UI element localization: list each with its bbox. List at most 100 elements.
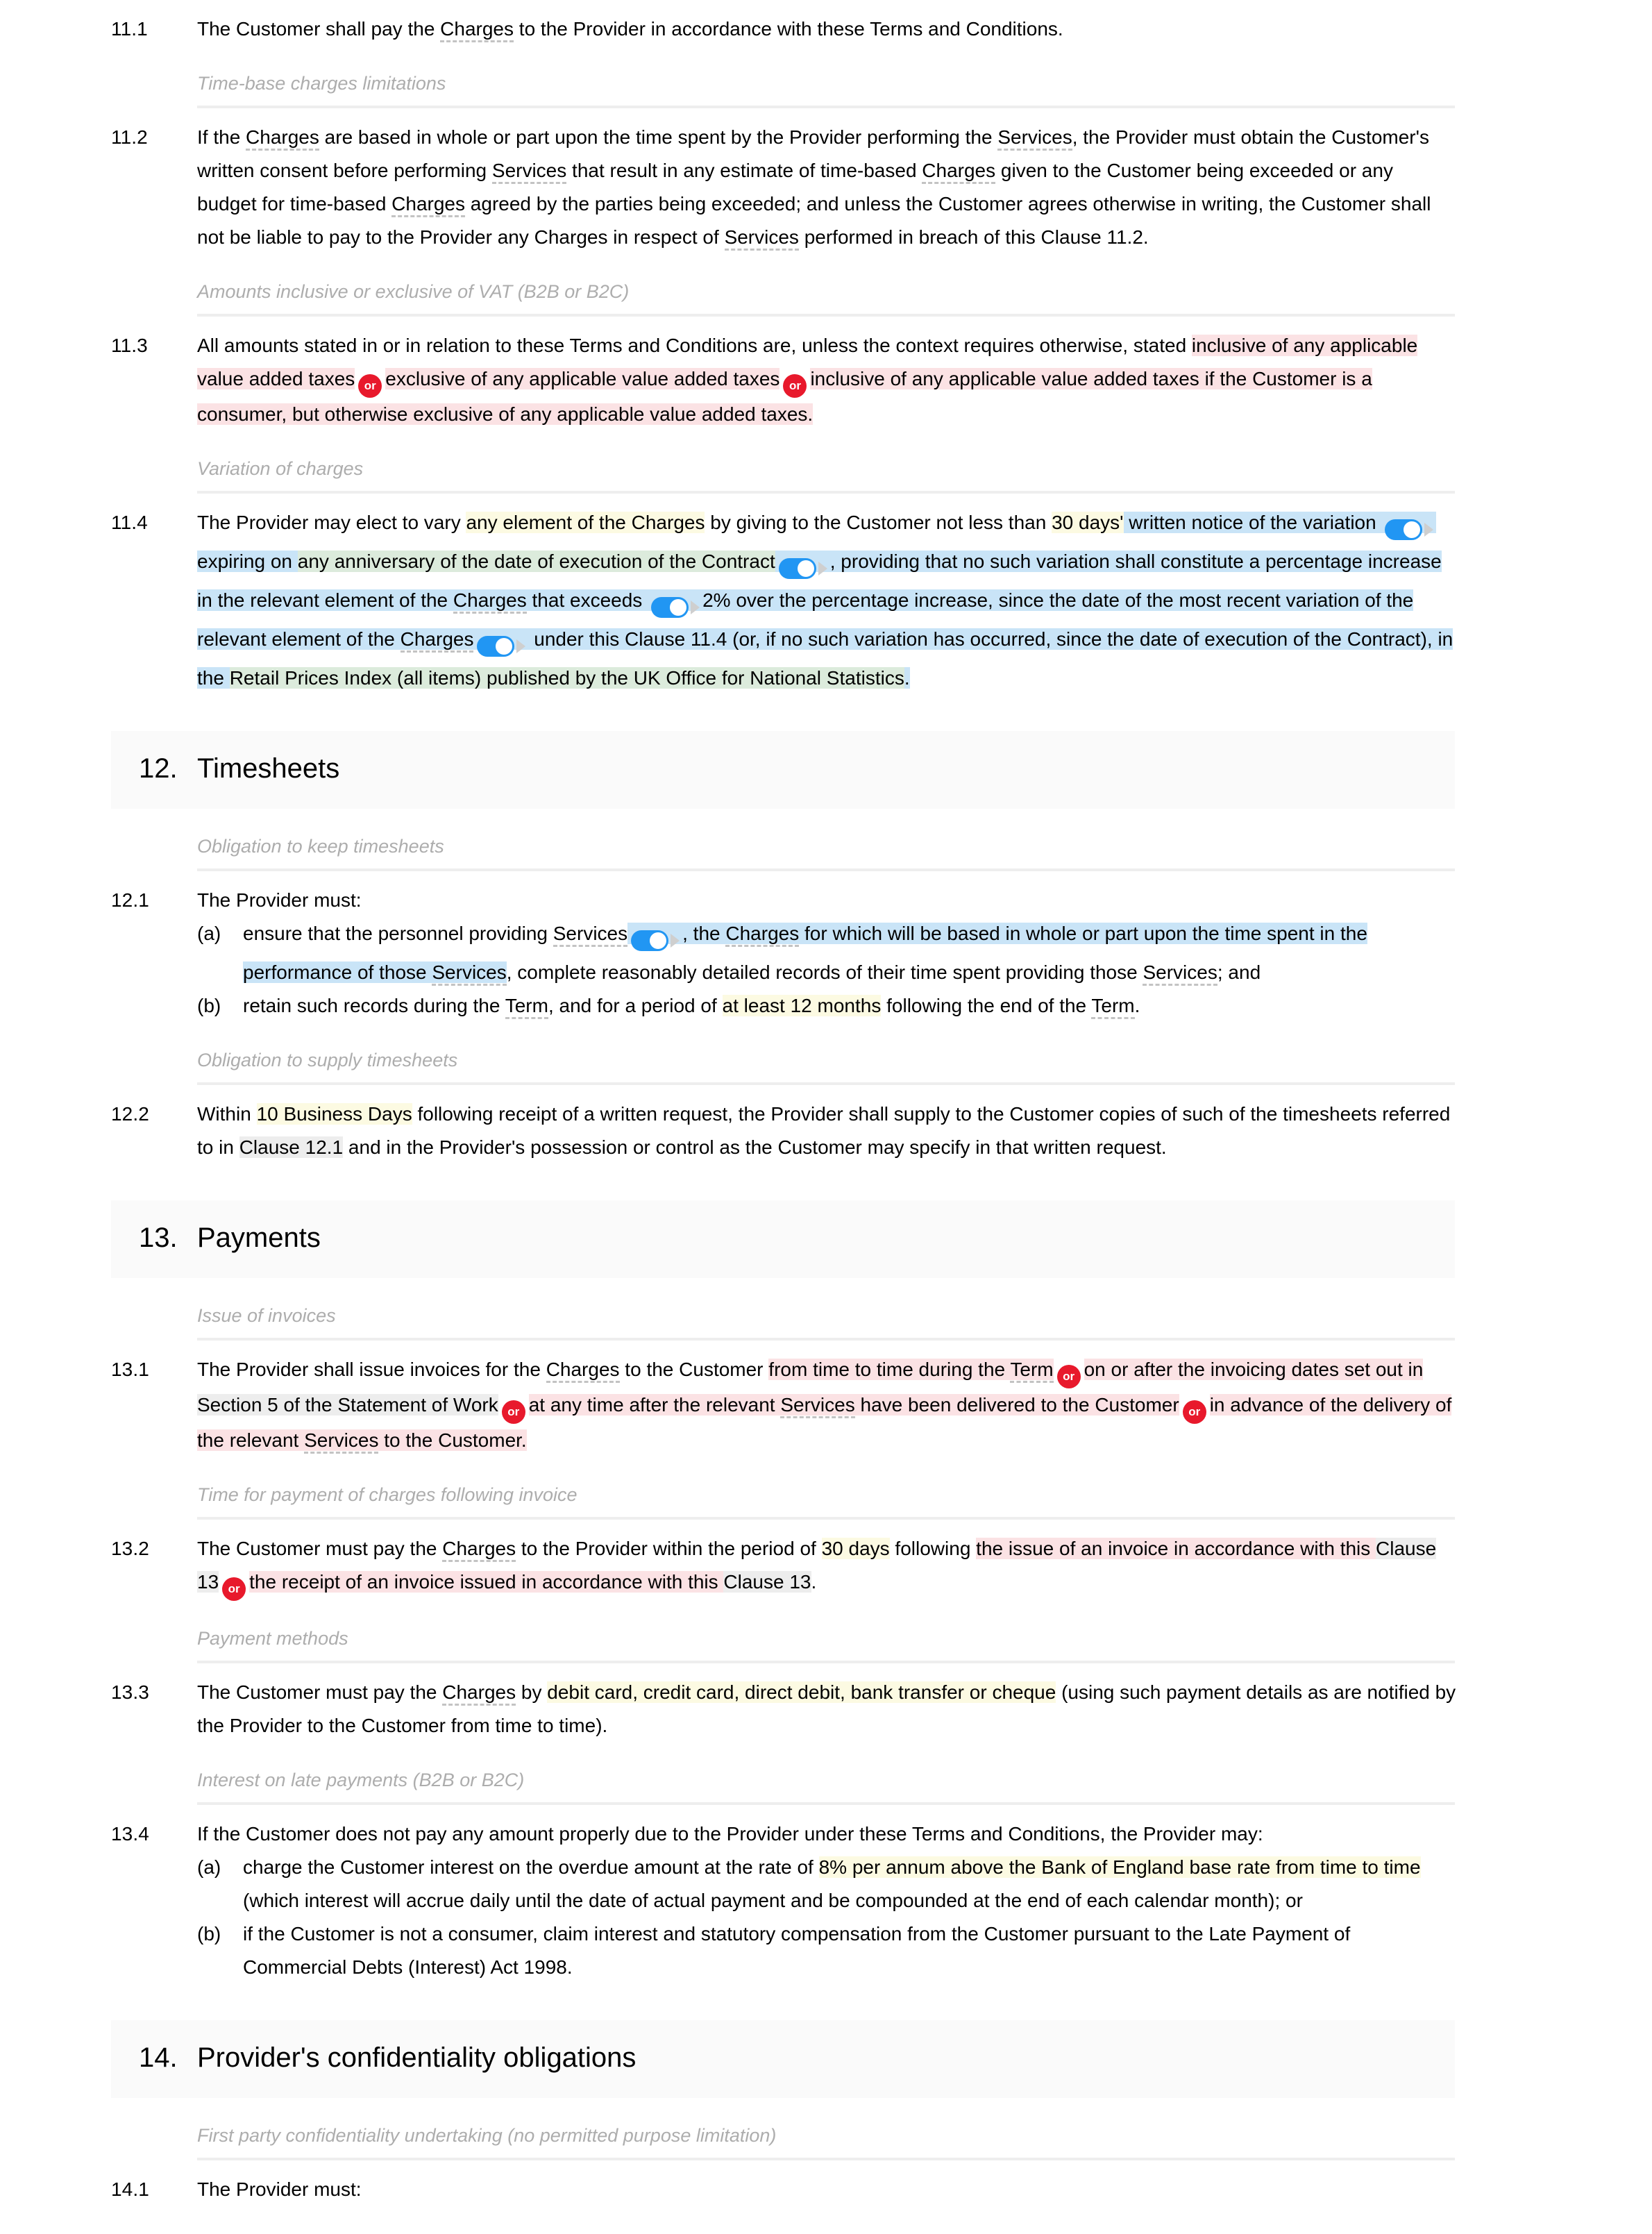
- defined-term-services[interactable]: Services: [553, 923, 628, 947]
- sub-clause-a: (a) ensure that the personnel providing …: [197, 917, 1458, 989]
- caret-right-icon[interactable]: [818, 561, 827, 576]
- text-run: that result in any estimate of time-base…: [566, 160, 922, 181]
- text-run: expiring on: [197, 551, 298, 572]
- caret-right-icon[interactable]: [671, 933, 680, 948]
- section-number: 13.: [139, 1223, 178, 1253]
- defined-term-term[interactable]: Term: [1091, 995, 1135, 1019]
- defined-term-services[interactable]: Services: [491, 160, 567, 184]
- text-run: the issue of an invoice in accordance wi…: [976, 1538, 1376, 1559]
- caret-right-icon[interactable]: [691, 600, 700, 614]
- or-badge[interactable]: or: [501, 1400, 525, 1424]
- cross-reference-clause[interactable]: Clause 12.1: [239, 1136, 344, 1158]
- defined-term-services[interactable]: Services: [724, 226, 799, 251]
- toggle-switch[interactable]: [477, 628, 526, 662]
- editable-value-business-days[interactable]: 10 Business Days: [256, 1103, 412, 1125]
- text-run: , the: [682, 923, 726, 944]
- cross-reference-section[interactable]: Section 5 of the Statement of Work: [197, 1394, 498, 1416]
- defined-term-services[interactable]: Services: [432, 961, 507, 986]
- toggle-switch[interactable]: [631, 923, 680, 956]
- or-badge[interactable]: or: [1056, 1365, 1081, 1388]
- text-run: The Provider shall issue invoices for th…: [197, 1359, 546, 1380]
- clause-14-1: 14.1 The Provider must:: [0, 2173, 1652, 2206]
- caret-right-icon[interactable]: [1424, 522, 1434, 537]
- toggle-switch[interactable]: [778, 551, 827, 584]
- clause-number: 13.3: [111, 1681, 149, 1703]
- defined-term-term[interactable]: Term: [1010, 1359, 1054, 1383]
- toggle-switch[interactable]: [651, 589, 700, 623]
- or-badge[interactable]: or: [222, 1577, 246, 1601]
- sub-clause-b: (b) if the Customer is not a consumer, c…: [197, 1917, 1458, 1984]
- toggle-track-icon[interactable]: [477, 635, 515, 657]
- text-run: following: [889, 1538, 977, 1559]
- editable-value-retention-period[interactable]: at least 12 months: [722, 995, 882, 1016]
- defined-term-charges[interactable]: Charges: [922, 160, 996, 184]
- toggle-switch[interactable]: [1385, 512, 1434, 545]
- text-run: that exceeds: [526, 589, 648, 611]
- clause-number: 13.2: [111, 1538, 149, 1559]
- defined-term-charges[interactable]: Charges: [725, 923, 800, 947]
- defined-term-charges[interactable]: Charges: [442, 1538, 516, 1562]
- clause-text: All amounts stated in or in relation to …: [197, 329, 1458, 431]
- sub-clause-label: (a): [197, 1856, 221, 1878]
- text-run: The Customer shall pay the: [197, 18, 441, 40]
- text-run: are based in whole or part upon the time…: [319, 126, 998, 148]
- or-badge[interactable]: or: [783, 374, 807, 398]
- text-run: the receipt of an invoice issued in acco…: [249, 1571, 724, 1593]
- caret-right-icon[interactable]: [516, 639, 526, 653]
- cross-reference-clause[interactable]: Clause 13: [723, 1571, 811, 1593]
- editable-value-percentage[interactable]: 2% over: [702, 589, 774, 611]
- nested-option-rpi[interactable]: Retail Prices Index (all items) publishe…: [229, 667, 904, 689]
- defined-term-charges[interactable]: Charges: [400, 628, 474, 653]
- editable-value-interest-rate[interactable]: 8% per annum above the Bank of England b…: [818, 1856, 1421, 1878]
- sub-clause-text: charge the Customer interest on the over…: [243, 1851, 1458, 1917]
- clause-13-4: 13.4 If the Customer does not pay any am…: [0, 1817, 1652, 1984]
- clause-13-2: 13.2 The Customer must pay the Charges t…: [0, 1532, 1652, 1601]
- text-run: to the Provider in accordance with these…: [514, 18, 1063, 40]
- option-variant-2[interactable]: the receipt of an invoice issued in acco…: [249, 1571, 811, 1593]
- editable-value-notice-period[interactable]: 30 days': [1052, 512, 1124, 533]
- defined-term-services[interactable]: Services: [997, 126, 1072, 151]
- editable-value-payment-period[interactable]: 30 days: [821, 1538, 890, 1559]
- nested-option-anniversary[interactable]: any anniversary of the date of execution…: [297, 551, 775, 572]
- text-run: on or after the invoicing dates set out …: [1084, 1359, 1424, 1380]
- clause-number: 14.1: [111, 2178, 149, 2200]
- sub-clause-text: ensure that the personnel providing Serv…: [243, 917, 1458, 989]
- defined-term-charges[interactable]: Charges: [246, 126, 319, 151]
- defined-term-services[interactable]: Services: [304, 1429, 379, 1454]
- editable-value-any-element[interactable]: any element of the Charges: [466, 512, 705, 533]
- option-variant-2[interactable]: exclusive of any applicable value added …: [385, 368, 780, 389]
- defined-term-services[interactable]: Services: [780, 1394, 855, 1418]
- clause-number: 12.2: [111, 1103, 149, 1125]
- text-run: ; and: [1217, 961, 1261, 983]
- defined-term-charges[interactable]: Charges: [440, 18, 514, 42]
- sub-clause-b: (b) retain such records during the Term,…: [197, 989, 1458, 1023]
- clause-text: The Customer must pay the Charges to the…: [197, 1532, 1458, 1601]
- clause-intro: If the Customer does not pay any amount …: [197, 1823, 1263, 1845]
- toggle-track-icon[interactable]: [631, 930, 669, 951]
- option-variant-3[interactable]: at any time after the relevant Services …: [528, 1394, 1179, 1418]
- defined-term-charges[interactable]: Charges: [546, 1359, 620, 1383]
- defined-term-charges[interactable]: Charges: [453, 589, 527, 614]
- or-badge[interactable]: or: [1182, 1400, 1206, 1424]
- toggle-track-icon[interactable]: [1385, 519, 1423, 540]
- subheading-time-base-charges: Time-base charges limitations: [197, 69, 1455, 108]
- clause-11-4: 11.4 The Provider may elect to vary any …: [0, 506, 1652, 695]
- subheading-supply-timesheets: Obligation to supply timesheets: [197, 1046, 1455, 1085]
- text-run: .: [1134, 995, 1140, 1016]
- defined-term-charges[interactable]: Charges: [391, 193, 466, 217]
- clause-11-3: 11.3 All amounts stated in or in relatio…: [0, 329, 1652, 431]
- option-variant-1[interactable]: from time to time during the Term: [768, 1359, 1054, 1383]
- section-heading-14: 14. Provider's confidentiality obligatio…: [111, 2020, 1455, 2098]
- defined-term-term[interactable]: Term: [505, 995, 548, 1019]
- clause-text: If the Customer does not pay any amount …: [197, 1817, 1458, 1984]
- clause-13-3: 13.3 The Customer must pay the Charges b…: [0, 1676, 1652, 1742]
- or-badge[interactable]: or: [358, 374, 382, 398]
- section-number: 14.: [139, 2042, 178, 2073]
- defined-term-charges[interactable]: Charges: [442, 1681, 516, 1706]
- toggle-track-icon[interactable]: [651, 596, 689, 618]
- defined-term-services[interactable]: Services: [1143, 961, 1217, 986]
- sub-clause-list: (a) ensure that the personnel providing …: [197, 917, 1458, 1023]
- editable-value-payment-methods[interactable]: debit card, credit card, direct debit, b…: [547, 1681, 1056, 1703]
- section-number: 12.: [139, 753, 178, 784]
- toggle-track-icon[interactable]: [778, 557, 816, 579]
